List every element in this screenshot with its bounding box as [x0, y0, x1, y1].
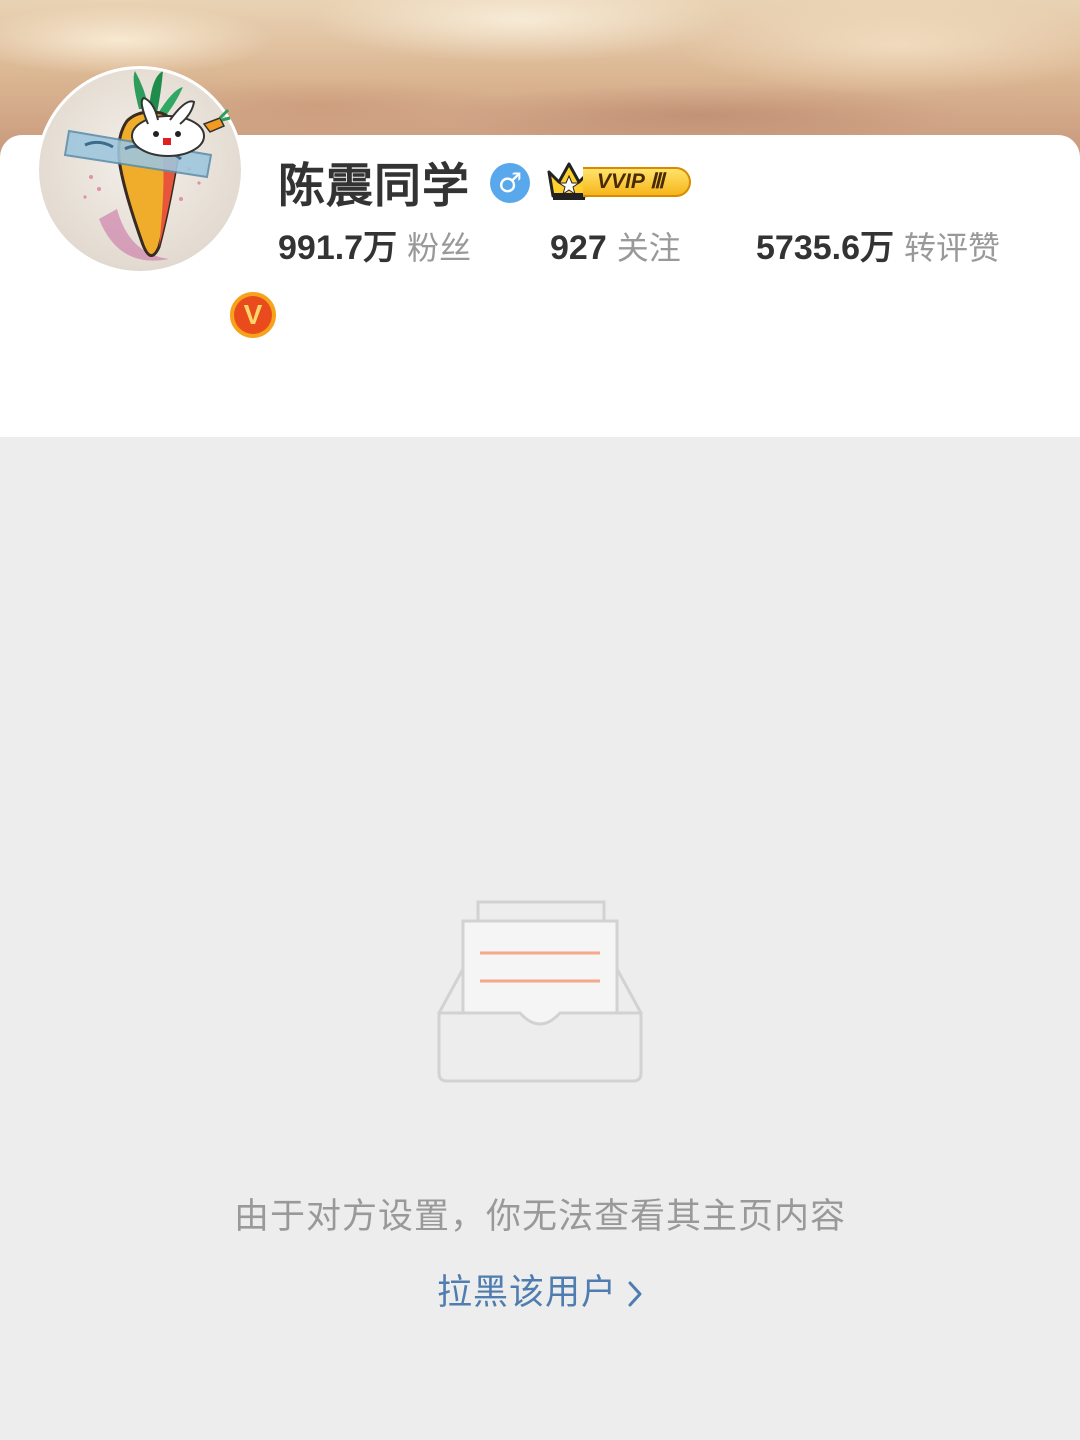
avatar[interactable]: V [36, 66, 280, 342]
stat-label: 转评赞 [904, 229, 1001, 267]
chevron-right-icon [628, 1281, 642, 1307]
stat-label: 关注 [616, 229, 681, 267]
empty-state-message: 由于对方设置，你无法查看其主页内容 [233, 1197, 846, 1237]
empty-inbox-icon [437, 900, 643, 1083]
verified-v-icon: V [234, 296, 272, 334]
stat-value: 927 [550, 229, 607, 267]
stat-followers[interactable]: 991.7万 粉丝 [278, 225, 471, 277]
stat-following[interactable]: 927 关注 [550, 225, 681, 277]
block-user-link[interactable]: 拉黑该用户 [0, 1264, 1080, 1315]
stat-value: 991.7万 [278, 229, 398, 267]
verified-badge: V [226, 288, 280, 342]
profile-name: 陈震同学 [278, 159, 470, 214]
bunny-sticker-icon [131, 96, 231, 157]
stat-label: 粉丝 [407, 229, 472, 267]
male-gender-icon: ♂ [490, 163, 530, 203]
vvip-badge[interactable]: VVIP Ⅲ [545, 160, 703, 202]
stat-value: 5735.6万 [756, 229, 894, 267]
block-user-label: 拉黑该用户 [436, 1273, 617, 1313]
stat-reposts-comments-likes[interactable]: 5735.6万 转评赞 [756, 225, 1000, 277]
vvip-level-label: VVIP Ⅲ [583, 167, 691, 197]
